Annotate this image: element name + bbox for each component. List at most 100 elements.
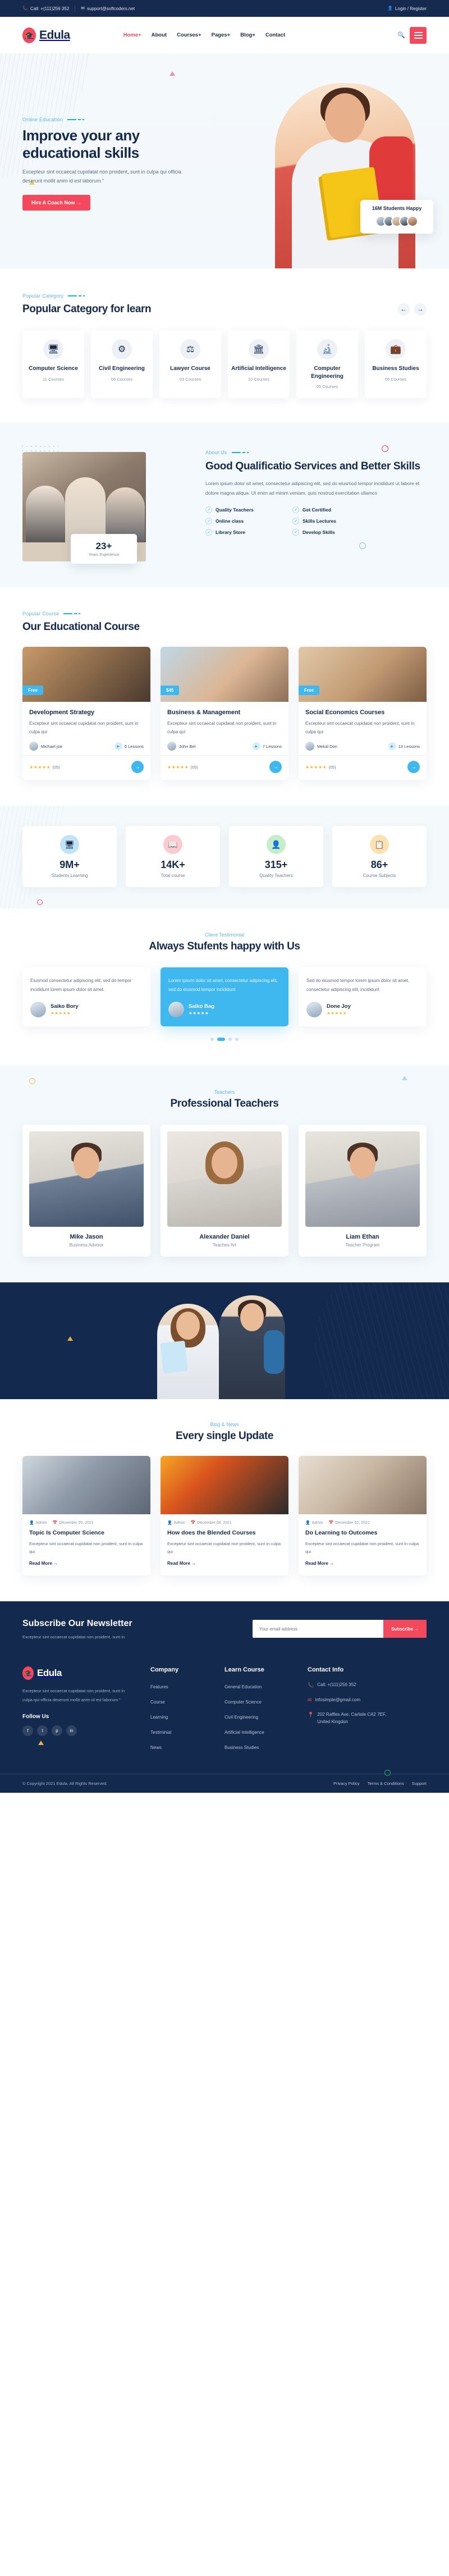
about-feature-list: ✓ Quality Teachers ✓ Get Certified ✓ Onl… <box>205 506 374 536</box>
main-nav: Home+ About Courses+ Pages+ Blog+ Contac… <box>123 32 286 38</box>
testimonial-card[interactable]: Eiusmod consectetur adipiscing elit, sed… <box>22 967 150 1027</box>
category-course-count: 05 Courses <box>384 376 407 382</box>
testimonial-card[interactable]: Lorem ipsum dolor sit amet, consectetur … <box>161 967 288 1027</box>
teacher-card[interactable]: Liam Ethan Teacher Program <box>299 1125 427 1257</box>
teacher-name: Liam Ethan <box>346 1234 379 1241</box>
triangle-decoration-icon <box>67 1336 73 1341</box>
footer-link-learning[interactable]: Learning <box>150 1715 168 1720</box>
category-course-count: 05 Courses <box>316 384 338 389</box>
eyebrow-dashes <box>67 119 84 121</box>
read-more-link[interactable]: Read More → <box>167 1561 196 1566</box>
course-grid: Free Development Strategy Excepteur sint… <box>22 647 427 780</box>
footer-privacy-policy-link[interactable]: Privacy Policy <box>333 1781 360 1786</box>
pinterest-icon[interactable]: p <box>52 1725 62 1736</box>
about-section: 23+ Years Experience About Us Good Quali… <box>0 422 449 587</box>
course-teacher-name: Michael joe <box>41 743 62 749</box>
course-lessons-count: 6 Lessons <box>124 743 144 749</box>
teacher-role: Business Advisor <box>69 1243 104 1248</box>
feature-item: ✓ Library Store <box>205 529 287 536</box>
footer-link-artificial-intelligence[interactable]: Artificial Intelligence <box>224 1730 264 1735</box>
check-circle-icon: ✓ <box>292 529 299 536</box>
carousel-dot[interactable] <box>235 1038 239 1042</box>
hero-eyebrow-label: Online Education <box>22 117 63 123</box>
testimonial-card[interactable]: Sed do eiusmod tempor lorem ipsum dolor … <box>299 967 427 1027</box>
footer-logo[interactable]: 🎓 Edula <box>22 1666 135 1680</box>
newsletter-email-input[interactable] <box>253 1620 384 1638</box>
read-more-link[interactable]: Read More → <box>29 1561 58 1566</box>
top-bar: 📞 Call: +(111)256 352 ✉ support@softcode… <box>0 0 449 17</box>
course-card[interactable]: Free Development Strategy Excepteur sint… <box>22 647 150 780</box>
avatar <box>306 1002 322 1018</box>
course-detail-button[interactable]: → <box>131 761 144 774</box>
category-course-count: 06 Courses <box>111 376 133 382</box>
rating-stars: ★★★★★ <box>29 764 51 770</box>
blog-card[interactable]: 👤 Admin 📅 December 05, 2021 Topic Is Com… <box>22 1456 150 1576</box>
carousel-next-button[interactable]: → <box>414 303 427 316</box>
login-register-link[interactable]: 👤 Login / Register <box>387 6 427 11</box>
blog-thumbnail <box>161 1456 288 1515</box>
blog-card[interactable]: 👤 Admin 📅 December 08, 2021 How does the… <box>161 1456 288 1576</box>
facebook-icon[interactable]: f <box>22 1725 33 1736</box>
footer-contact-email[interactable]: ✉ infosimple@gmail.com <box>308 1696 397 1705</box>
experience-number: 23+ <box>95 541 112 551</box>
footer-contact-phone[interactable]: 📞 Call: +(111)256 352 <box>308 1681 397 1689</box>
carousel-dot[interactable] <box>228 1038 232 1042</box>
nav-item-courses[interactable]: Courses+ <box>177 32 201 38</box>
course-card[interactable]: $45 Business & Management Excepteur sint… <box>161 647 288 780</box>
feature-item: ✓ Online class <box>205 518 287 525</box>
check-circle-icon: ✓ <box>205 506 212 514</box>
carousel-dot-active[interactable] <box>217 1038 225 1042</box>
graduation-cap-icon: 🎓 <box>22 1666 34 1680</box>
course-card[interactable]: Free Social Economics Courses Excepteur … <box>299 647 427 780</box>
footer-link-business-studies[interactable]: Business Studies <box>224 1745 259 1750</box>
footer-link-news[interactable]: News <box>150 1745 162 1750</box>
teacher-card[interactable]: Mike Jason Business Advisor <box>22 1125 150 1257</box>
category-card[interactable]: 🔬 Computer Engineering 05 Courses <box>296 330 358 398</box>
footer-link-features[interactable]: Features <box>150 1684 168 1689</box>
menu-toggle-button[interactable] <box>410 26 427 44</box>
footer-link-civil-engineering[interactable]: Civil Engineering <box>224 1715 258 1720</box>
teachers-section: Teachers Professional Teachers Mike Jaso… <box>0 1066 449 1283</box>
course-title: Social Economics Courses <box>305 709 385 716</box>
category-card[interactable]: 🖥 Computer Science 11 Courses <box>22 330 84 398</box>
nav-item-pages[interactable]: Pages+ <box>212 32 231 38</box>
logo[interactable]: 🎓 Edula <box>22 27 70 43</box>
read-more-link[interactable]: Read More → <box>305 1561 334 1566</box>
laptop-icon: 🖥 <box>43 339 63 359</box>
nav-item-contact[interactable]: Contact <box>265 32 285 38</box>
category-card[interactable]: ⚙ Civil Engineering 06 Courses <box>91 330 153 398</box>
teacher-card[interactable]: Alexander Daniel Teaches Art <box>161 1125 288 1257</box>
footer-support-link[interactable]: Support <box>412 1781 427 1786</box>
topbar-email[interactable]: ✉ support@softcoders.net <box>81 6 135 11</box>
subscribe-button[interactable]: Subscribe → <box>383 1620 427 1638</box>
category-title: Lawyer Course <box>170 366 210 372</box>
courses-section: Popular Course Our Educational Course Fr… <box>0 587 449 806</box>
testimonial-stars: ★★★★★ <box>51 1011 71 1016</box>
nav-item-home[interactable]: Home+ <box>123 32 141 38</box>
nav-item-blog[interactable]: Blog+ <box>240 32 255 38</box>
carousel-dot[interactable] <box>210 1038 214 1042</box>
topbar-phone[interactable]: 📞 Call: +(111)256 352 <box>22 6 69 11</box>
blog-author: 👤 Admin <box>29 1520 47 1525</box>
linkedin-icon[interactable]: in <box>66 1725 77 1736</box>
about-eyebrow-label: About Us <box>205 450 227 455</box>
footer-terms-link[interactable]: Terms & Conditions <box>368 1781 404 1786</box>
popular-category-section: Popular Category Popular Category for le… <box>0 268 449 422</box>
footer-link-testiminial[interactable]: Testiminial <box>150 1730 171 1735</box>
course-detail-button[interactable]: → <box>269 761 282 774</box>
twitter-icon[interactable]: t <box>37 1725 48 1736</box>
nav-item-about[interactable]: About <box>152 32 167 38</box>
hire-a-coach-button[interactable]: Hire A Coach Now → <box>22 194 90 211</box>
category-card[interactable]: ⚖ Lawyer Course 03 Courses <box>159 330 221 398</box>
carousel-prev-button[interactable]: ← <box>397 303 410 316</box>
category-card[interactable]: 🏛 Artificial Intelligence 10 Courses <box>228 330 290 398</box>
blog-post-title: Do Learning to Outcomes <box>305 1529 378 1537</box>
course-detail-button[interactable]: → <box>407 761 420 774</box>
blog-card[interactable]: 👤 Admin 📅 December 02, 2021 Do Learning … <box>299 1456 427 1576</box>
footer-link-computer-science[interactable]: Computer Science <box>224 1700 262 1705</box>
category-card[interactable]: 💼 Business Studies 05 Courses <box>365 330 427 398</box>
footer-link-course[interactable]: Course <box>150 1700 165 1705</box>
search-icon[interactable]: 🔍 <box>397 31 405 39</box>
face-shape <box>240 1303 264 1332</box>
footer-link-general-education[interactable]: General Education <box>224 1684 262 1689</box>
